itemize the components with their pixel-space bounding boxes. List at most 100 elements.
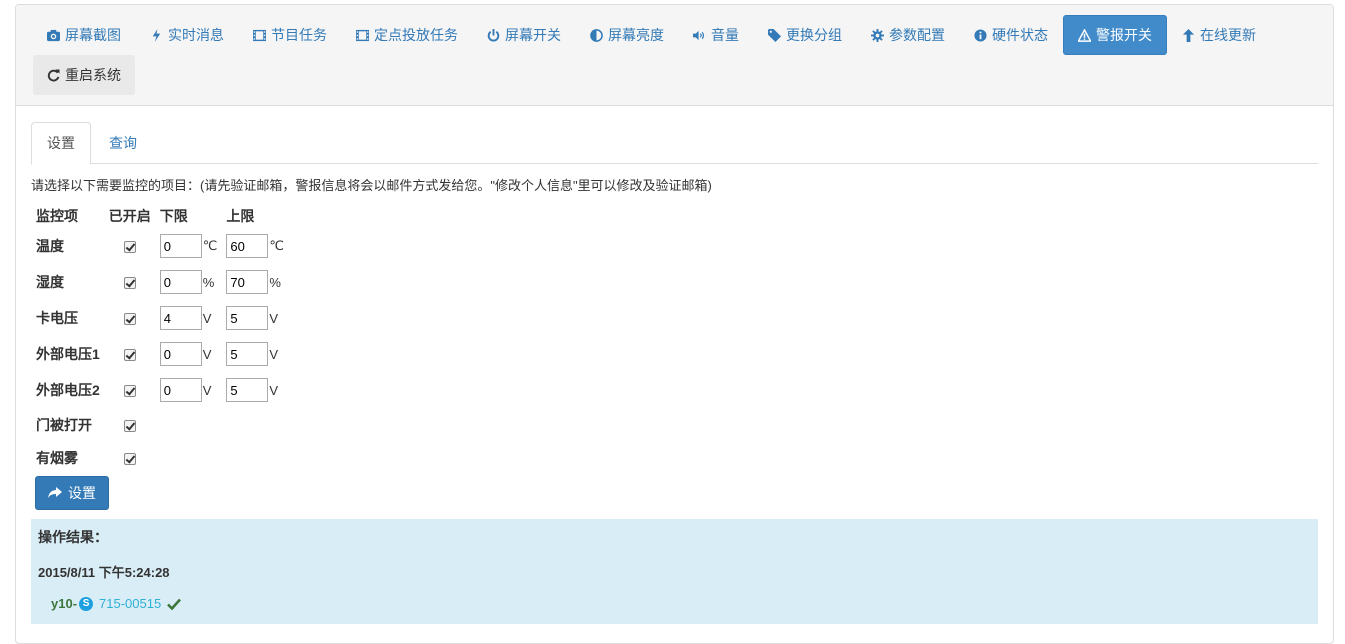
unit-label: V bbox=[202, 382, 212, 398]
warning-icon bbox=[1078, 28, 1091, 42]
table-row: 外部电压2 V V bbox=[33, 372, 290, 408]
enabled-checkbox[interactable] bbox=[123, 349, 136, 362]
film-icon bbox=[253, 29, 266, 42]
enabled-checkbox[interactable] bbox=[123, 241, 136, 254]
arrow-up-icon bbox=[1182, 28, 1195, 42]
monitor-label: 卡电压 bbox=[36, 310, 78, 326]
toolbar-button-label: 在线更新 bbox=[1200, 27, 1256, 43]
table-row: 外部电压1 V V bbox=[33, 336, 290, 372]
unit-label: V bbox=[269, 310, 279, 326]
toolbar-button-label: 参数配置 bbox=[889, 27, 945, 43]
result-title: 操作结果： bbox=[38, 529, 108, 545]
max-input[interactable] bbox=[226, 342, 269, 366]
gear-icon bbox=[871, 28, 884, 42]
header-item: 监控项 bbox=[36, 208, 78, 224]
toolbar-button-warning[interactable]: 警报开关 bbox=[1063, 15, 1167, 55]
submit-label: 设置 bbox=[68, 485, 96, 501]
unit-label: V bbox=[269, 382, 279, 398]
toolbar-button-arrow-up[interactable]: 在线更新 bbox=[1168, 15, 1270, 55]
header-min: 下限 bbox=[159, 208, 188, 224]
toolbar-button-film[interactable]: 节目任务 bbox=[239, 15, 341, 55]
enabled-checkbox[interactable] bbox=[123, 277, 136, 290]
toolbar-button-label: 屏幕亮度 bbox=[608, 27, 664, 43]
tab-bar: 设置 查询 bbox=[31, 122, 1318, 165]
table-row: 温度 ℃ ℃ bbox=[33, 228, 290, 264]
toolbar-button-info[interactable]: 硬件状态 bbox=[960, 15, 1062, 55]
enabled-checkbox[interactable] bbox=[123, 419, 136, 432]
power-icon bbox=[487, 28, 500, 42]
unit-label: V bbox=[202, 346, 212, 362]
max-input[interactable] bbox=[226, 270, 269, 294]
content: 设置 查询 请选择以下需要监控的项目：(请先验证邮箱，警报信息将会以邮件方式发给… bbox=[16, 106, 1333, 624]
toolbar-button-camera[interactable]: 屏幕截图 bbox=[33, 15, 135, 55]
check-icon bbox=[167, 598, 182, 610]
toolbar-button-volume[interactable]: 音量 bbox=[679, 15, 753, 55]
result-datetime: 2015/8/11 下午5:24:28 bbox=[38, 565, 170, 580]
tab-query[interactable]: 查询 bbox=[93, 122, 153, 163]
camera-icon bbox=[47, 29, 60, 42]
unit-label: V bbox=[202, 310, 212, 326]
bolt-icon bbox=[150, 28, 163, 42]
monitor-label: 外部电压1 bbox=[36, 346, 100, 362]
toolbar-button-label: 节目任务 bbox=[271, 27, 327, 43]
info-icon bbox=[974, 28, 987, 42]
monitor-label: 有烟雾 bbox=[36, 449, 78, 466]
device-prefix: y10- bbox=[51, 596, 78, 611]
toolbar-button-label: 屏幕截图 bbox=[65, 27, 121, 43]
toolbar-button-film[interactable]: 定点投放任务 bbox=[342, 15, 472, 55]
result-box: 操作结果： 2015/8/11 下午5:24:28 y10- S 715-005… bbox=[31, 519, 1318, 624]
intro-text: 请选择以下需要监控的项目：(请先验证邮箱，警报信息将会以邮件方式发给您。"修改个… bbox=[31, 178, 712, 193]
toolbar-button-power[interactable]: 屏幕开关 bbox=[473, 15, 575, 55]
min-input[interactable] bbox=[159, 342, 202, 366]
monitor-label: 温度 bbox=[36, 238, 64, 254]
skype-icon: S bbox=[79, 596, 94, 611]
table-row: 湿度%% bbox=[33, 264, 290, 300]
monitor-label: 外部电压2 bbox=[36, 382, 100, 398]
monitor-label: 湿度 bbox=[36, 274, 64, 290]
volume-icon bbox=[693, 29, 706, 42]
toolbar-buttons: 屏幕截图 实时消息 节目任务 定点投放任务 屏幕开关 屏幕亮度 音量 更换分组 参数配置 硬件状态… bbox=[33, 15, 1316, 95]
tab-settings[interactable]: 设置 bbox=[31, 122, 91, 165]
monitor-label: 门被打开 bbox=[36, 416, 92, 433]
film-icon bbox=[356, 29, 369, 42]
monitor-table: 监控项 已开启 下限 上限 温度 ℃ ℃ 湿度%% 卡电压 V V 外部电压1 V V 外部电压2 V… bbox=[33, 204, 290, 474]
enabled-checkbox[interactable] bbox=[123, 452, 136, 465]
min-input[interactable] bbox=[159, 378, 202, 402]
toolbar-button-refresh[interactable]: 重启系统 bbox=[33, 55, 135, 95]
toolbar-button-label: 屏幕开关 bbox=[505, 27, 561, 43]
toolbar-button-label: 定点投放任务 bbox=[374, 27, 458, 43]
result-row: y10- S 715-00515 bbox=[51, 596, 1311, 611]
refresh-icon bbox=[47, 68, 60, 82]
toolbar-button-contrast[interactable]: 屏幕亮度 bbox=[576, 15, 678, 55]
unit-label: ℃ bbox=[202, 238, 218, 253]
enabled-checkbox[interactable] bbox=[123, 313, 136, 326]
toolbar-button-label: 硬件状态 bbox=[992, 27, 1048, 43]
device-code[interactable]: 715-00515 bbox=[99, 596, 161, 611]
toolbar-button-label: 警报开关 bbox=[1096, 27, 1152, 43]
toolbar: 屏幕截图 实时消息 节目任务 定点投放任务 屏幕开关 屏幕亮度 音量 更换分组 参数配置 硬件状态… bbox=[16, 5, 1333, 106]
max-input[interactable] bbox=[226, 378, 269, 402]
header-max: 上限 bbox=[226, 208, 255, 224]
unit-label: ℃ bbox=[269, 238, 285, 253]
min-input[interactable] bbox=[159, 306, 202, 330]
table-header: 监控项 已开启 下限 上限 bbox=[33, 204, 290, 228]
unit-label: % bbox=[269, 274, 281, 290]
min-input[interactable] bbox=[159, 270, 202, 294]
unit-label: V bbox=[269, 346, 279, 362]
table-row: 卡电压 V V bbox=[33, 300, 290, 336]
toolbar-button-label: 重启系统 bbox=[65, 67, 121, 83]
submit-button[interactable]: 设置 bbox=[35, 476, 109, 510]
main-panel: 屏幕截图 实时消息 节目任务 定点投放任务 屏幕开关 屏幕亮度 音量 更换分组 参数配置 硬件状态… bbox=[15, 4, 1334, 644]
toolbar-button-gear[interactable]: 参数配置 bbox=[857, 15, 959, 55]
table-row: 门被打开 bbox=[33, 408, 290, 441]
unit-label: % bbox=[202, 274, 215, 290]
toolbar-button-tag[interactable]: 更换分组 bbox=[754, 15, 856, 55]
toolbar-button-label: 音量 bbox=[711, 27, 739, 43]
max-input[interactable] bbox=[226, 234, 269, 258]
toolbar-button-bolt[interactable]: 实时消息 bbox=[136, 15, 238, 55]
toolbar-button-label: 更换分组 bbox=[786, 27, 842, 43]
enabled-checkbox[interactable] bbox=[123, 385, 136, 398]
tag-icon bbox=[768, 28, 781, 42]
max-input[interactable] bbox=[226, 306, 269, 330]
min-input[interactable] bbox=[159, 234, 202, 258]
